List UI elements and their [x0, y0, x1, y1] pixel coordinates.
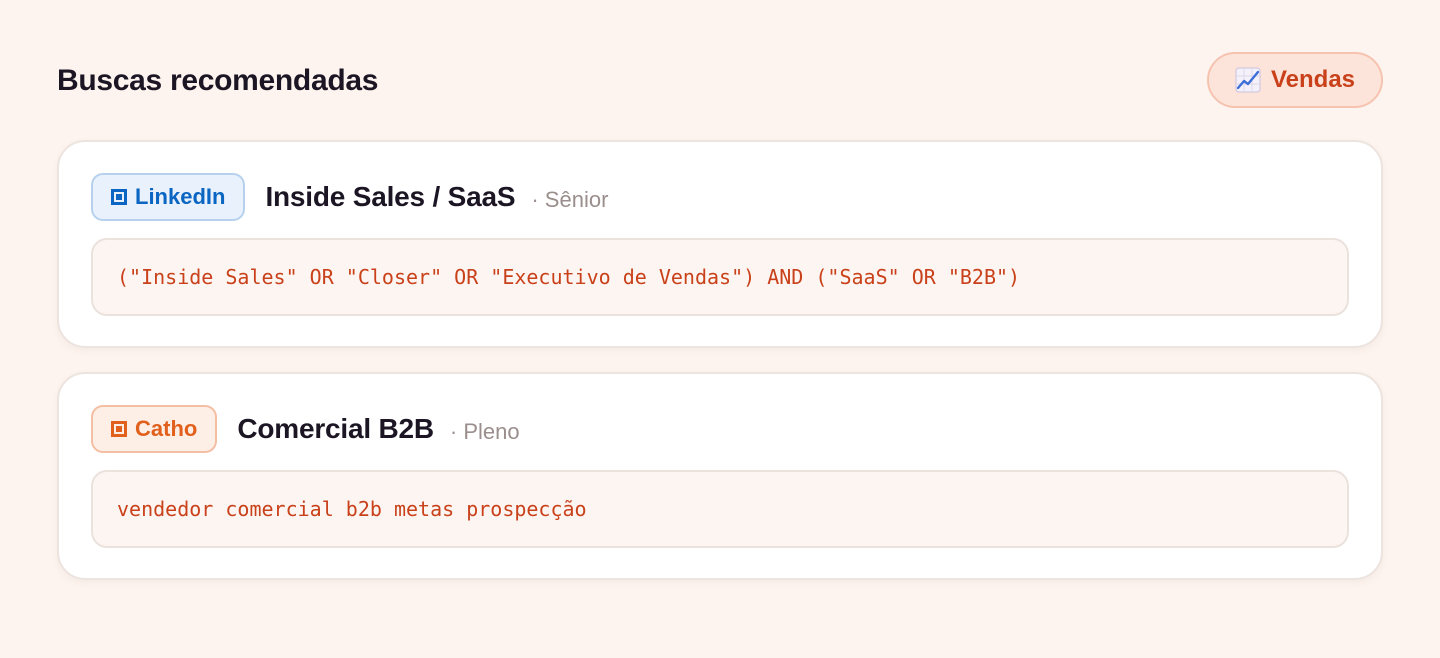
search-level: · Sênior	[531, 187, 609, 212]
square-icon	[111, 189, 127, 205]
page: Buscas recomendadas Vendas LinkedIn Insi…	[0, 0, 1440, 658]
platform-label: LinkedIn	[135, 184, 226, 209]
square-icon	[111, 421, 127, 437]
category-label: Vendas	[1270, 66, 1356, 93]
search-level: · Pleno	[449, 419, 520, 444]
search-query[interactable]: vendedor comercial b2b metas prospecção	[91, 470, 1349, 548]
search-card: LinkedIn Inside Sales / SaaS · Sênior ("…	[57, 140, 1383, 348]
search-card-header: LinkedIn Inside Sales / SaaS · Sênior	[91, 172, 608, 222]
chart-increasing-icon	[1235, 67, 1261, 93]
search-query[interactable]: ("Inside Sales" OR "Closer" OR "Executiv…	[91, 238, 1349, 316]
platform-badge-linkedin[interactable]: LinkedIn	[91, 173, 246, 221]
platform-badge-catho[interactable]: Catho	[91, 405, 218, 453]
search-card: Catho Comercial B2B · Pleno vendedor com…	[57, 372, 1383, 580]
search-title: Inside Sales / SaaS	[265, 181, 516, 212]
page-title: Buscas recomendadas	[57, 64, 379, 97]
search-card-header: Catho Comercial B2B · Pleno	[91, 404, 520, 454]
header: Buscas recomendadas Vendas	[57, 52, 1383, 108]
platform-label: Catho	[135, 416, 198, 441]
category-badge[interactable]: Vendas	[1207, 52, 1383, 108]
search-title: Comercial B2B	[237, 413, 434, 444]
